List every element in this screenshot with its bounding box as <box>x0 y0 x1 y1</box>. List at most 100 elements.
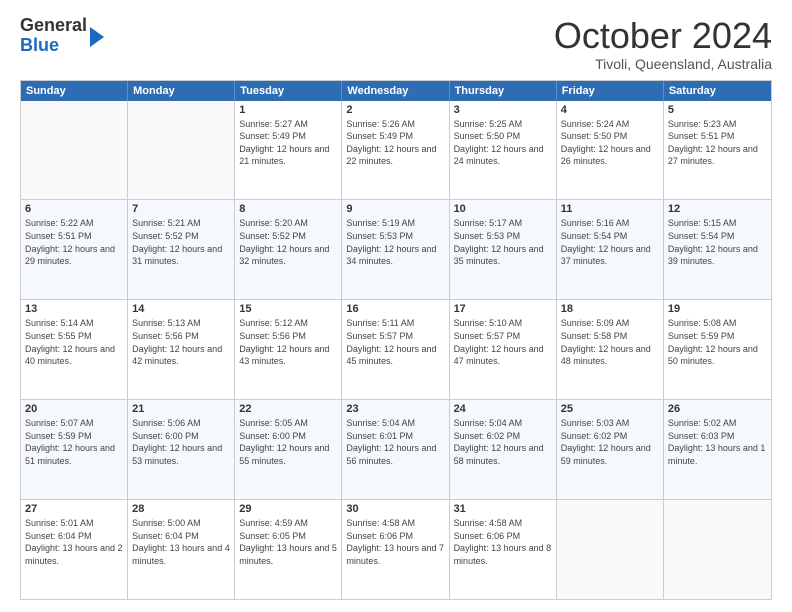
page: General Blue October 2024 Tivoli, Queens… <box>0 0 792 612</box>
day-info: Sunrise: 5:21 AMSunset: 5:52 PMDaylight:… <box>132 217 230 267</box>
day-info: Sunrise: 5:24 AMSunset: 5:50 PMDaylight:… <box>561 118 659 168</box>
day-info: Sunrise: 5:17 AMSunset: 5:53 PMDaylight:… <box>454 217 552 267</box>
day-info: Sunrise: 5:01 AMSunset: 6:04 PMDaylight:… <box>25 517 123 567</box>
cal-cell-3-2: 14Sunrise: 5:13 AMSunset: 5:56 PMDayligh… <box>128 300 235 399</box>
cal-cell-4-6: 25 Sunrise: 5:03 AMSunset: 6:02 PMDayligh… <box>557 400 664 499</box>
day-info: Sunrise: 4:58 AMSunset: 6:06 PMDaylight:… <box>454 517 552 567</box>
day-number: 3 <box>454 104 552 116</box>
day-info: Sunrise: 5:02 AMSunset: 6:03 PMDaylight:… <box>668 417 767 467</box>
day-info: Sunrise: 4:58 AMSunset: 6:06 PMDaylight:… <box>346 517 444 567</box>
day-number: 8 <box>239 203 337 215</box>
cal-cell-5-1: 27 Sunrise: 5:01 AMSunset: 6:04 PMDayligh… <box>21 500 128 599</box>
week-row-1: 1 Sunrise: 5:27 AMSunset: 5:49 PMDaylight… <box>21 101 771 200</box>
day-number: 18 <box>561 303 659 315</box>
logo-general: General <box>20 15 87 35</box>
day-info: Sunrise: 5:27 AMSunset: 5:49 PMDaylight:… <box>239 118 337 168</box>
cal-cell-1-2 <box>128 101 235 200</box>
cal-cell-4-5: 24 Sunrise: 5:04 AMSunset: 6:02 PMDayligh… <box>450 400 557 499</box>
cal-cell-3-1: 13Sunrise: 5:14 AMSunset: 5:55 PMDayligh… <box>21 300 128 399</box>
header-day-tuesday: Tuesday <box>235 81 342 101</box>
day-info: Sunrise: 5:16 AMSunset: 5:54 PMDaylight:… <box>561 217 659 267</box>
cal-cell-2-1: 6 Sunrise: 5:22 AMSunset: 5:51 PMDaylight… <box>21 200 128 299</box>
calendar-body: 1 Sunrise: 5:27 AMSunset: 5:49 PMDaylight… <box>21 101 771 599</box>
cal-cell-3-3: 15Sunrise: 5:12 AMSunset: 5:56 PMDayligh… <box>235 300 342 399</box>
cal-cell-4-4: 23 Sunrise: 5:04 AMSunset: 6:01 PMDayligh… <box>342 400 449 499</box>
day-number: 24 <box>454 403 552 415</box>
cal-cell-1-6: 4 Sunrise: 5:24 AMSunset: 5:50 PMDaylight… <box>557 101 664 200</box>
header: General Blue October 2024 Tivoli, Queens… <box>20 16 772 72</box>
day-info: Sunrise: 5:00 AMSunset: 6:04 PMDaylight:… <box>132 517 230 567</box>
logo-arrow-icon <box>90 27 104 47</box>
day-info: Sunrise: 5:25 AMSunset: 5:50 PMDaylight:… <box>454 118 552 168</box>
day-info: Sunrise: 5:04 AMSunset: 6:01 PMDaylight:… <box>346 417 444 467</box>
cal-cell-1-5: 3 Sunrise: 5:25 AMSunset: 5:50 PMDaylight… <box>450 101 557 200</box>
cal-cell-4-7: 26 Sunrise: 5:02 AMSunset: 6:03 PMDayligh… <box>664 400 771 499</box>
day-info: Sunrise: 4:59 AMSunset: 6:05 PMDaylight:… <box>239 517 337 567</box>
cal-cell-2-7: 12Sunrise: 5:15 AMSunset: 5:54 PMDayligh… <box>664 200 771 299</box>
day-number: 22 <box>239 403 337 415</box>
cal-cell-3-4: 16 Sunrise: 5:11 AMSunset: 5:57 PMDayligh… <box>342 300 449 399</box>
cal-cell-2-5: 10 Sunrise: 5:17 AMSunset: 5:53 PMDayligh… <box>450 200 557 299</box>
header-day-sunday: Sunday <box>21 81 128 101</box>
day-number: 16 <box>346 303 444 315</box>
header-day-wednesday: Wednesday <box>342 81 449 101</box>
cal-cell-5-4: 30Sunrise: 4:58 AMSunset: 6:06 PMDayligh… <box>342 500 449 599</box>
cal-cell-2-6: 11Sunrise: 5:16 AMSunset: 5:54 PMDayligh… <box>557 200 664 299</box>
day-number: 31 <box>454 503 552 515</box>
header-day-saturday: Saturday <box>664 81 771 101</box>
day-number: 5 <box>668 104 767 116</box>
day-number: 12 <box>668 203 767 215</box>
day-info: Sunrise: 5:11 AMSunset: 5:57 PMDaylight:… <box>346 317 444 367</box>
day-info: Sunrise: 5:06 AMSunset: 6:00 PMDaylight:… <box>132 417 230 467</box>
day-info: Sunrise: 5:07 AMSunset: 5:59 PMDaylight:… <box>25 417 123 467</box>
day-info: Sunrise: 5:04 AMSunset: 6:02 PMDaylight:… <box>454 417 552 467</box>
calendar-header: SundayMondayTuesdayWednesdayThursdayFrid… <box>21 81 771 101</box>
logo-text: General Blue <box>20 16 87 56</box>
day-number: 1 <box>239 104 337 116</box>
day-info: Sunrise: 5:22 AMSunset: 5:51 PMDaylight:… <box>25 217 123 267</box>
day-number: 21 <box>132 403 230 415</box>
cal-cell-4-3: 22 Sunrise: 5:05 AMSunset: 6:00 PMDayligh… <box>235 400 342 499</box>
cal-cell-2-4: 9Sunrise: 5:19 AMSunset: 5:53 PMDaylight… <box>342 200 449 299</box>
day-info: Sunrise: 5:13 AMSunset: 5:56 PMDaylight:… <box>132 317 230 367</box>
day-number: 26 <box>668 403 767 415</box>
cal-cell-3-6: 18 Sunrise: 5:09 AMSunset: 5:58 PMDayligh… <box>557 300 664 399</box>
day-number: 13 <box>25 303 123 315</box>
week-row-2: 6 Sunrise: 5:22 AMSunset: 5:51 PMDaylight… <box>21 199 771 299</box>
week-row-3: 13Sunrise: 5:14 AMSunset: 5:55 PMDayligh… <box>21 299 771 399</box>
cal-cell-5-2: 28Sunrise: 5:00 AMSunset: 6:04 PMDayligh… <box>128 500 235 599</box>
cal-cell-1-7: 5 Sunrise: 5:23 AMSunset: 5:51 PMDaylight… <box>664 101 771 200</box>
day-info: Sunrise: 5:09 AMSunset: 5:58 PMDaylight:… <box>561 317 659 367</box>
day-number: 17 <box>454 303 552 315</box>
day-number: 15 <box>239 303 337 315</box>
cal-cell-3-5: 17Sunrise: 5:10 AMSunset: 5:57 PMDayligh… <box>450 300 557 399</box>
month-title: October 2024 <box>554 16 772 56</box>
day-number: 10 <box>454 203 552 215</box>
cal-cell-3-7: 19Sunrise: 5:08 AMSunset: 5:59 PMDayligh… <box>664 300 771 399</box>
day-number: 25 <box>561 403 659 415</box>
cal-cell-4-1: 20Sunrise: 5:07 AMSunset: 5:59 PMDayligh… <box>21 400 128 499</box>
day-info: Sunrise: 5:20 AMSunset: 5:52 PMDaylight:… <box>239 217 337 267</box>
cal-cell-5-7 <box>664 500 771 599</box>
day-number: 23 <box>346 403 444 415</box>
day-info: Sunrise: 5:05 AMSunset: 6:00 PMDaylight:… <box>239 417 337 467</box>
day-number: 7 <box>132 203 230 215</box>
cal-cell-5-5: 31 Sunrise: 4:58 AMSunset: 6:06 PMDayligh… <box>450 500 557 599</box>
location: Tivoli, Queensland, Australia <box>554 56 772 72</box>
day-info: Sunrise: 5:19 AMSunset: 5:53 PMDaylight:… <box>346 217 444 267</box>
cal-cell-2-2: 7 Sunrise: 5:21 AMSunset: 5:52 PMDaylight… <box>128 200 235 299</box>
cal-cell-5-6 <box>557 500 664 599</box>
day-info: Sunrise: 5:23 AMSunset: 5:51 PMDaylight:… <box>668 118 767 168</box>
day-number: 29 <box>239 503 337 515</box>
week-row-5: 27 Sunrise: 5:01 AMSunset: 6:04 PMDayligh… <box>21 499 771 599</box>
day-number: 4 <box>561 104 659 116</box>
day-info: Sunrise: 5:26 AMSunset: 5:49 PMDaylight:… <box>346 118 444 168</box>
week-row-4: 20Sunrise: 5:07 AMSunset: 5:59 PMDayligh… <box>21 399 771 499</box>
cal-cell-2-3: 8 Sunrise: 5:20 AMSunset: 5:52 PMDaylight… <box>235 200 342 299</box>
calendar: SundayMondayTuesdayWednesdayThursdayFrid… <box>20 80 772 600</box>
day-info: Sunrise: 5:03 AMSunset: 6:02 PMDaylight:… <box>561 417 659 467</box>
day-number: 6 <box>25 203 123 215</box>
cal-cell-4-2: 21 Sunrise: 5:06 AMSunset: 6:00 PMDayligh… <box>128 400 235 499</box>
day-number: 2 <box>346 104 444 116</box>
day-number: 27 <box>25 503 123 515</box>
